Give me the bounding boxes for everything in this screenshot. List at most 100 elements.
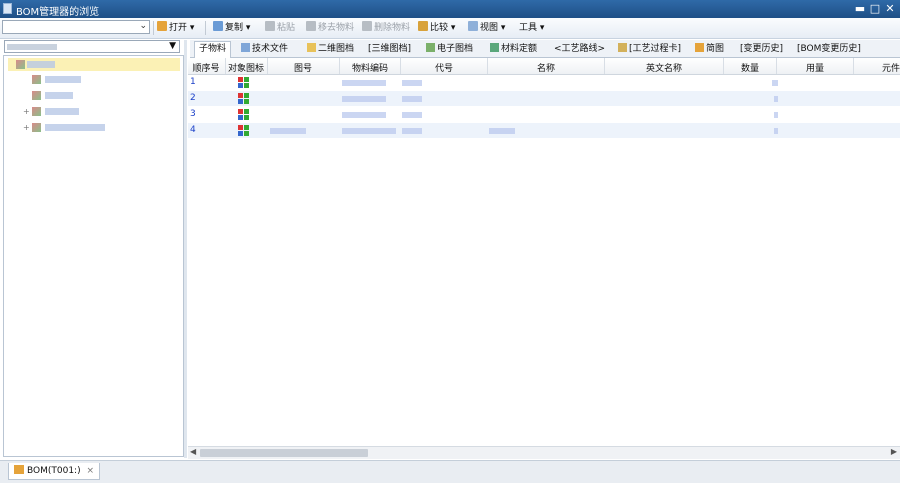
material-code-cell	[342, 80, 386, 86]
row-seq: 1	[190, 77, 196, 87]
column-header-code[interactable]: 代号	[401, 61, 487, 74]
open-button[interactable]: 打开 ▾	[157, 21, 194, 35]
sub-material-grid[interactable]: 顺序号 对象图标 图号 物料编码 代号 名称 英文名称 数量 用量 元件 1 2…	[188, 58, 900, 446]
document-tab-bom[interactable]: BOM(T001:) ×	[8, 463, 101, 480]
object-selector-combo[interactable]: ⌄	[2, 20, 150, 34]
bom-node-icon	[32, 75, 41, 84]
column-header-object-icon[interactable]: 对象图标	[226, 61, 266, 74]
document-icon	[241, 43, 250, 52]
code-cell	[402, 80, 422, 86]
column-header-component[interactable]: 元件	[854, 61, 900, 74]
row-seq: 4	[190, 125, 196, 135]
tab-change-history[interactable]: [变更历史]	[736, 42, 787, 56]
table-row[interactable]: 4	[188, 123, 900, 138]
material-code-cell	[342, 96, 386, 102]
tab-process-card[interactable]: [工艺过程卡]	[614, 42, 685, 56]
tree-node-child[interactable]	[8, 89, 180, 102]
tree-node-root[interactable]	[8, 58, 180, 71]
bom-node-icon	[32, 107, 41, 116]
quantity-cell	[772, 80, 778, 86]
panel-splitter[interactable]	[184, 40, 187, 458]
column-header-seq[interactable]: 顺序号	[190, 61, 222, 74]
column-header-quantity[interactable]: 数量	[724, 61, 776, 74]
material-quota-icon	[490, 43, 499, 52]
tab-material-quota[interactable]: 材料定额	[486, 42, 541, 56]
tree-node-child[interactable]	[8, 73, 180, 86]
column-header-name[interactable]: 名称	[488, 61, 604, 74]
bom-tree[interactable]: + +	[3, 55, 184, 457]
window-title: BOM管理器的浏览	[16, 7, 100, 18]
expand-plus-icon[interactable]: +	[23, 107, 30, 116]
table-row[interactable]: 1	[188, 75, 900, 90]
quantity-cell	[774, 112, 778, 118]
tab-electronic-drawings[interactable]: 电子图档	[422, 42, 477, 56]
paste-button[interactable]: 粘贴	[265, 21, 295, 35]
table-row[interactable]: 3	[188, 107, 900, 122]
tree-node-label	[45, 124, 105, 131]
open-folder-icon	[157, 21, 167, 31]
tab-sub-materials[interactable]: 子物料	[194, 41, 232, 58]
chevron-down-icon[interactable]: ▼	[169, 41, 176, 51]
close-tab-icon[interactable]: ×	[86, 466, 94, 476]
tools-button[interactable]: 工具 ▾	[519, 21, 544, 35]
code-cell	[402, 96, 422, 102]
material-code-cell	[342, 128, 396, 134]
horizontal-scrollbar[interactable]: ◀ ▶	[188, 446, 900, 459]
quantity-cell	[774, 128, 778, 134]
object-type-icon	[238, 109, 250, 120]
bom-node-icon	[16, 60, 25, 69]
chevron-down-icon[interactable]: ⌄	[139, 21, 147, 31]
process-card-icon	[618, 43, 627, 52]
material-code-cell	[342, 112, 386, 118]
row-seq: 3	[190, 109, 196, 119]
tab-3d-drawings[interactable]: [三维图档]	[364, 42, 415, 56]
tree-root-value	[7, 44, 57, 50]
table-row[interactable]: 2	[188, 91, 900, 106]
bom-node-icon	[32, 123, 41, 132]
tree-node-child[interactable]: +	[8, 105, 180, 118]
column-header-material-code[interactable]: 物料编码	[340, 61, 400, 74]
tree-node-child[interactable]: +	[8, 121, 180, 134]
remove-material-button[interactable]: 移去物料	[306, 21, 354, 35]
toolbar-separator	[205, 21, 206, 35]
tab-technical-files[interactable]: 技术文件	[237, 42, 292, 56]
app-icon	[3, 3, 12, 14]
view-icon	[468, 21, 478, 31]
grid-header: 顺序号 对象图标 图号 物料编码 代号 名称 英文名称 数量 用量 元件	[188, 58, 900, 75]
close-icon[interactable]: ✕	[884, 2, 896, 15]
tree-node-label	[45, 108, 79, 115]
column-header-drawing-no[interactable]: 图号	[268, 61, 338, 74]
minimize-icon[interactable]: ▬	[854, 2, 866, 15]
code-cell	[402, 112, 422, 118]
expand-plus-icon[interactable]: +	[23, 123, 30, 132]
drawing-no-cell	[270, 128, 306, 134]
detail-tabs: 子物料 技术文件 二维图档 [三维图档] 电子图档 材料定额 <工艺路线> [工…	[190, 40, 900, 58]
delete-material-icon	[362, 21, 372, 31]
compare-button[interactable]: 比较 ▾	[418, 21, 455, 35]
column-header-usage[interactable]: 用量	[777, 61, 853, 74]
tab-process-route[interactable]: <工艺路线>	[550, 42, 609, 56]
row-seq: 2	[190, 93, 196, 103]
paste-icon	[265, 21, 275, 31]
view-button[interactable]: 视图 ▾	[468, 21, 505, 35]
maximize-icon[interactable]: □	[869, 2, 881, 15]
compare-icon	[418, 21, 428, 31]
copy-button[interactable]: 复制 ▾	[213, 21, 250, 35]
title-bar: BOM管理器的浏览 ▬ □ ✕	[0, 0, 900, 18]
delete-material-button[interactable]: 删除物料	[362, 21, 410, 35]
column-header-english-name[interactable]: 英文名称	[605, 61, 723, 74]
scroll-right-icon[interactable]: ▶	[891, 447, 897, 456]
object-type-icon	[238, 125, 250, 136]
object-type-icon	[238, 77, 250, 88]
scrollbar-thumb[interactable]	[200, 449, 368, 457]
bom-node-icon	[32, 91, 41, 100]
tab-sketch[interactable]: 简图	[691, 42, 728, 56]
tab-2d-drawings[interactable]: 二维图档	[303, 42, 358, 56]
object-type-icon	[238, 93, 250, 104]
tab-bom-change-history[interactable]: [BOM变更历史]	[793, 42, 865, 56]
copy-icon	[213, 21, 223, 31]
scroll-left-icon[interactable]: ◀	[190, 447, 196, 456]
toolbar: ⌄ 打开 ▾ 复制 ▾ 粘贴 移去物料 删除物料 比较 ▾ 视图 ▾ 工具 ▾	[0, 18, 900, 39]
tree-root-combo[interactable]: ▼	[4, 40, 180, 53]
tree-node-label	[45, 92, 73, 99]
